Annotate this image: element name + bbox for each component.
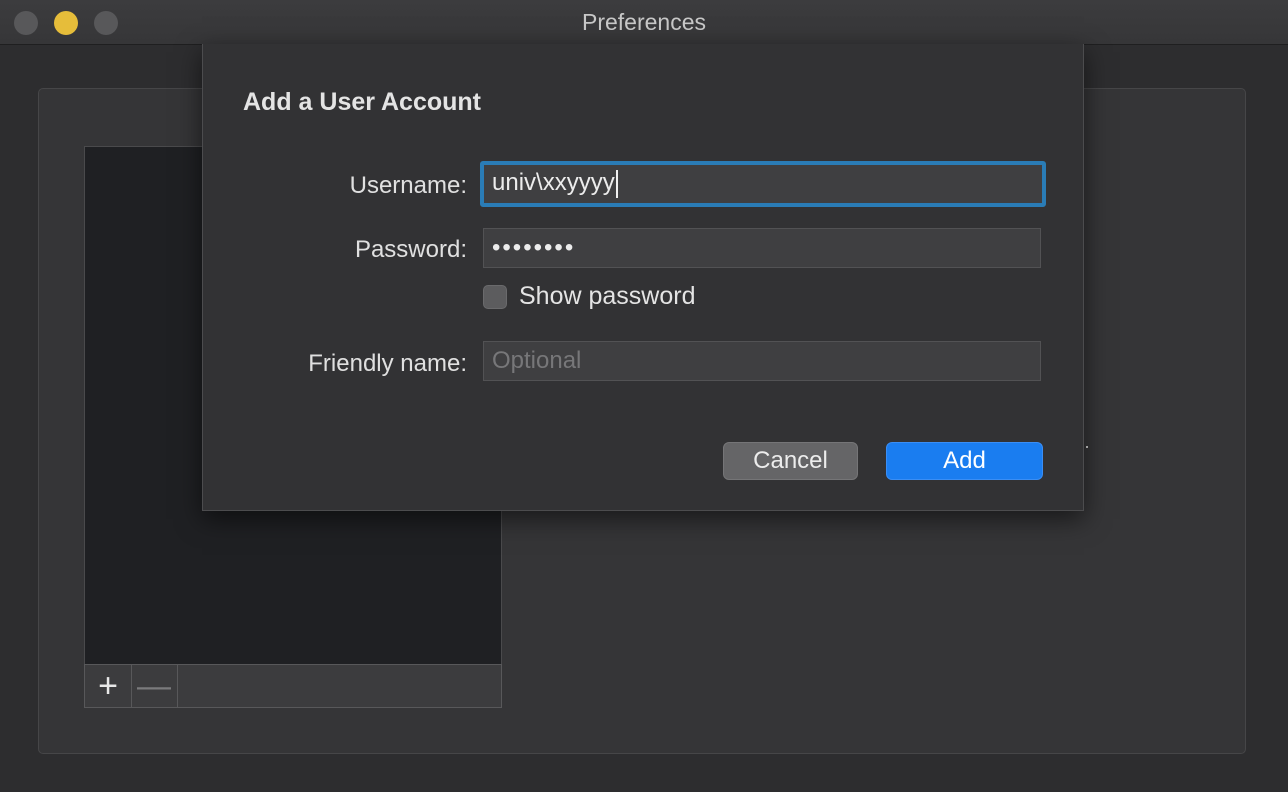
dialog-title: Add a User Account [243,88,482,116]
preferences-window: Preferences + — Add a User Account Usern… [0,0,1288,792]
text-caret [615,169,618,198]
add-account-button[interactable]: + [85,665,132,707]
show-password-row[interactable]: Show password [483,282,695,311]
show-password-checkbox[interactable] [483,284,507,309]
resize-dot [1086,446,1088,448]
account-list-toolbar: + — [84,664,502,708]
username-value: univ\xxyyyy [492,169,615,196]
add-button[interactable]: Add [886,442,1043,480]
password-label: Password: [354,236,467,263]
title-bar: Preferences [0,0,1288,45]
username-field[interactable]: univ\xxyyyy [480,161,1046,207]
password-field[interactable]: •••••••• [483,228,1041,268]
friendly-name-label: Friendly name: [308,350,467,377]
add-user-account-dialog: Add a User Account Username: univ\xxyyyy… [202,44,1084,511]
friendly-name-field[interactable] [483,341,1041,381]
cancel-button[interactable]: Cancel [723,442,858,480]
show-password-label[interactable]: Show password [519,282,695,311]
remove-account-button[interactable]: — [131,665,178,707]
username-label: Username: [349,172,467,199]
window-title: Preferences [581,9,706,35]
